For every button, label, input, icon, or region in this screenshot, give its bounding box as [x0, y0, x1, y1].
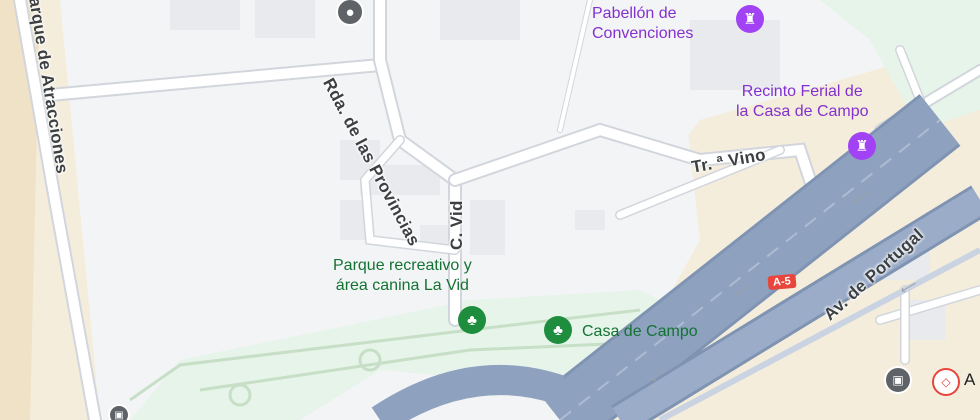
street-label-c-vid: C. Vid: [447, 200, 466, 250]
poi-label-recinto[interactable]: Recinto Ferial de la Casa de Campo: [736, 82, 869, 122]
poi-label-pabellon[interactable]: Pabellón de Convenciones: [592, 4, 693, 44]
map-canvas[interactable]: Rda. de las Provincias arque de Atraccio…: [0, 0, 980, 420]
bus-icon[interactable]: ▣: [884, 366, 912, 394]
tree-icon[interactable]: ♣: [544, 316, 572, 344]
castle-icon[interactable]: ♜: [848, 132, 876, 160]
metro-icon[interactable]: ◇: [932, 368, 960, 396]
castle-icon[interactable]: ♜: [736, 5, 764, 33]
poi-label-parque-recreativo[interactable]: Parque recreativo y área canina La Vid: [333, 256, 472, 296]
poi-label-edge: A: [964, 370, 976, 389]
map-base-layer: [0, 0, 980, 420]
bus-icon[interactable]: ▣: [108, 404, 130, 420]
tree-icon[interactable]: ♣: [458, 306, 486, 334]
highway-shield-a5: A-5: [767, 273, 797, 291]
poi-label-casa-de-campo[interactable]: Casa de Campo: [582, 322, 698, 342]
